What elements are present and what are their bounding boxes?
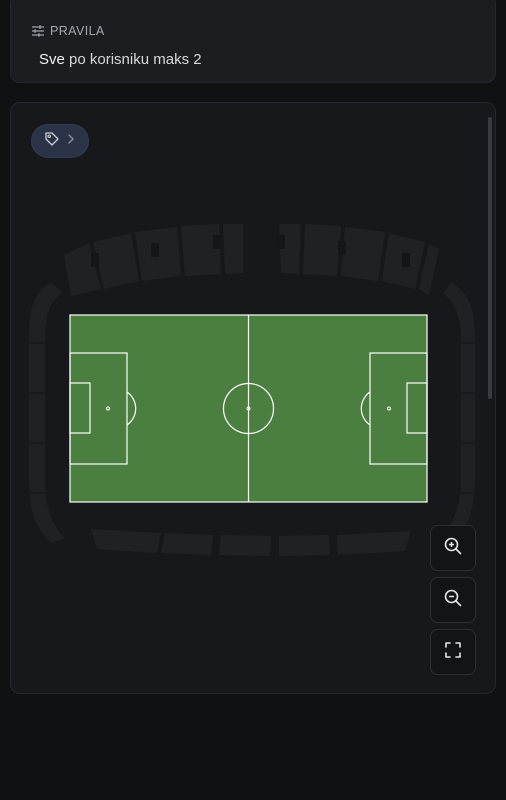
- pitch: [69, 314, 428, 503]
- fullscreen-icon: [444, 641, 462, 664]
- chevron-right-icon: [66, 132, 76, 150]
- tag-icon: [44, 131, 60, 152]
- sliders-icon: [31, 24, 45, 38]
- zoom-in-icon: [443, 536, 463, 561]
- tag-filter-chip[interactable]: [31, 124, 89, 158]
- zoom-out-icon: [443, 588, 463, 613]
- rules-card: PRAVILA Sve po korisniku maks 2: [10, 0, 496, 83]
- rule-text: Sve po korisniku maks 2: [39, 51, 202, 68]
- stadium-map[interactable]: [11, 103, 496, 694]
- stand-east[interactable]: [441, 283, 475, 543]
- stadium-map-card[interactable]: [10, 102, 496, 694]
- rules-header: PRAVILA: [31, 24, 105, 38]
- rule-text-rest: po korisniku maks 2: [64, 51, 202, 68]
- stand-north[interactable]: [64, 224, 439, 296]
- zoom-out-button[interactable]: [430, 577, 476, 623]
- rules-title: PRAVILA: [50, 24, 105, 38]
- stand-west[interactable]: [29, 283, 65, 543]
- fullscreen-button[interactable]: [430, 629, 476, 675]
- stand-south[interactable]: [91, 529, 411, 556]
- rule-text-strong: Sve: [39, 51, 65, 68]
- zoom-in-button[interactable]: [430, 525, 476, 571]
